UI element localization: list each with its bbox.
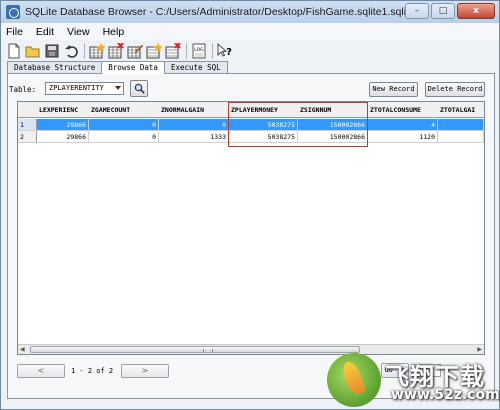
table-row[interactable]: 2 29866 0 1333 5038275 150002866 1120	[18, 131, 484, 143]
table-cell[interactable]: 0	[89, 119, 159, 131]
create-table-icon[interactable]	[88, 42, 106, 60]
watermark-logo	[327, 353, 381, 407]
open-db-icon[interactable]	[24, 42, 42, 60]
table-cell[interactable]	[438, 131, 484, 143]
minimize-button[interactable]: –	[405, 3, 429, 19]
page-info: 1 - 2 of 2	[71, 367, 114, 375]
undo-icon[interactable]	[62, 42, 80, 60]
scroll-left-icon[interactable]: ◀	[20, 346, 25, 353]
title-bar[interactable]: SQLite Database Browser - C:/Users/Admin…	[1, 1, 499, 23]
create-index-icon[interactable]	[145, 42, 163, 60]
scroll-right-icon[interactable]: ▶	[477, 346, 482, 353]
tab-database-structure[interactable]: Database Structure	[7, 61, 103, 73]
table-row[interactable]: 1 29866 0 0 5038275 150002866 4	[18, 119, 484, 131]
menu-bar: File Edit View Help	[1, 23, 499, 40]
save-icon[interactable]	[43, 42, 61, 60]
table-label: Table:	[9, 85, 37, 94]
table-cell[interactable]	[438, 119, 484, 131]
log-icon[interactable]: LOG	[190, 42, 208, 60]
maximize-button[interactable]: □	[431, 3, 455, 19]
app-icon	[6, 5, 20, 19]
table-cell[interactable]: 29866	[37, 119, 89, 131]
table-cell[interactable]: 0	[89, 131, 159, 143]
close-button[interactable]: x	[457, 3, 495, 19]
toolbar: LOG ?	[1, 40, 499, 62]
app-window: SQLite Database Browser - C:/Users/Admin…	[0, 0, 500, 410]
watermark: 飞翔下载 www.52z.com	[327, 353, 500, 409]
table-select-value: ZPLAYERENTITY	[49, 84, 104, 92]
table-select[interactable]: ZPLAYERENTITY	[45, 82, 124, 95]
toolbar-separator	[212, 43, 213, 59]
window-controls: – □ x	[405, 3, 495, 19]
scrollbar-thumb[interactable]	[30, 346, 360, 353]
column-header[interactable]: ZGAMECOUNT	[89, 102, 159, 118]
search-icon	[134, 83, 145, 94]
modify-table-icon[interactable]	[126, 42, 144, 60]
table-cell[interactable]: 5038275	[229, 131, 298, 143]
tab-browse-data[interactable]: Browse Data	[101, 61, 165, 74]
table-cell[interactable]: 0	[159, 119, 229, 131]
next-page-button[interactable]: >	[121, 364, 169, 378]
row-number[interactable]: 2	[18, 131, 37, 143]
whats-this-icon-label: ?	[226, 47, 232, 58]
column-header[interactable]: ZTOTALCONSUME	[368, 102, 438, 118]
delete-record-button[interactable]: Delete Record	[425, 82, 485, 97]
tab-execute-sql[interactable]: Execute SQL	[163, 61, 228, 73]
column-header[interactable]: ZTOTALGAI	[438, 102, 484, 118]
table-cell[interactable]: 5038275	[229, 119, 298, 131]
toolbar-separator	[84, 43, 85, 59]
whats-this-icon[interactable]: ?	[216, 42, 234, 60]
table-cell[interactable]: 29866	[37, 131, 89, 143]
new-record-button[interactable]: New Record	[369, 82, 418, 97]
row-number[interactable]: 1	[18, 119, 37, 131]
new-db-icon[interactable]	[5, 42, 23, 60]
window-title: SQLite Database Browser - C:/Users/Admin…	[25, 6, 415, 18]
column-header[interactable]: LEXPERIENC	[37, 102, 89, 118]
menu-file[interactable]: File	[6, 26, 23, 38]
menu-edit[interactable]: Edit	[36, 26, 54, 38]
table-cell[interactable]: 1333	[159, 131, 229, 143]
toolbar-separator	[186, 43, 187, 59]
previous-page-button[interactable]: <	[17, 364, 65, 378]
chevron-down-icon	[115, 86, 121, 90]
delete-index-icon[interactable]	[164, 42, 182, 60]
table-cell[interactable]: 150002866	[298, 131, 368, 143]
log-icon-label: LOG	[194, 47, 204, 53]
menu-view[interactable]: View	[67, 26, 90, 38]
watermark-url: www.52z.com	[391, 387, 500, 403]
search-button[interactable]	[130, 80, 148, 97]
table-cell[interactable]: 4	[368, 119, 438, 131]
delete-table-icon[interactable]	[107, 42, 125, 60]
grid-header: LEXPERIENC ZGAMECOUNT ZNORMALGAIN ZPLAYE…	[18, 102, 484, 118]
column-header[interactable]: ZNORMALGAIN	[159, 102, 229, 118]
grip-icon	[203, 349, 213, 352]
column-header[interactable]: ZPLAYERMONEY	[229, 102, 298, 118]
data-grid[interactable]: LEXPERIENC ZGAMECOUNT ZNORMALGAIN ZPLAYE…	[17, 101, 485, 355]
table-cell[interactable]: 150002866	[298, 119, 368, 131]
column-header[interactable]: ZSIGNNUM	[298, 102, 368, 118]
menu-help[interactable]: Help	[103, 26, 125, 38]
table-cell[interactable]: 1120	[368, 131, 438, 143]
